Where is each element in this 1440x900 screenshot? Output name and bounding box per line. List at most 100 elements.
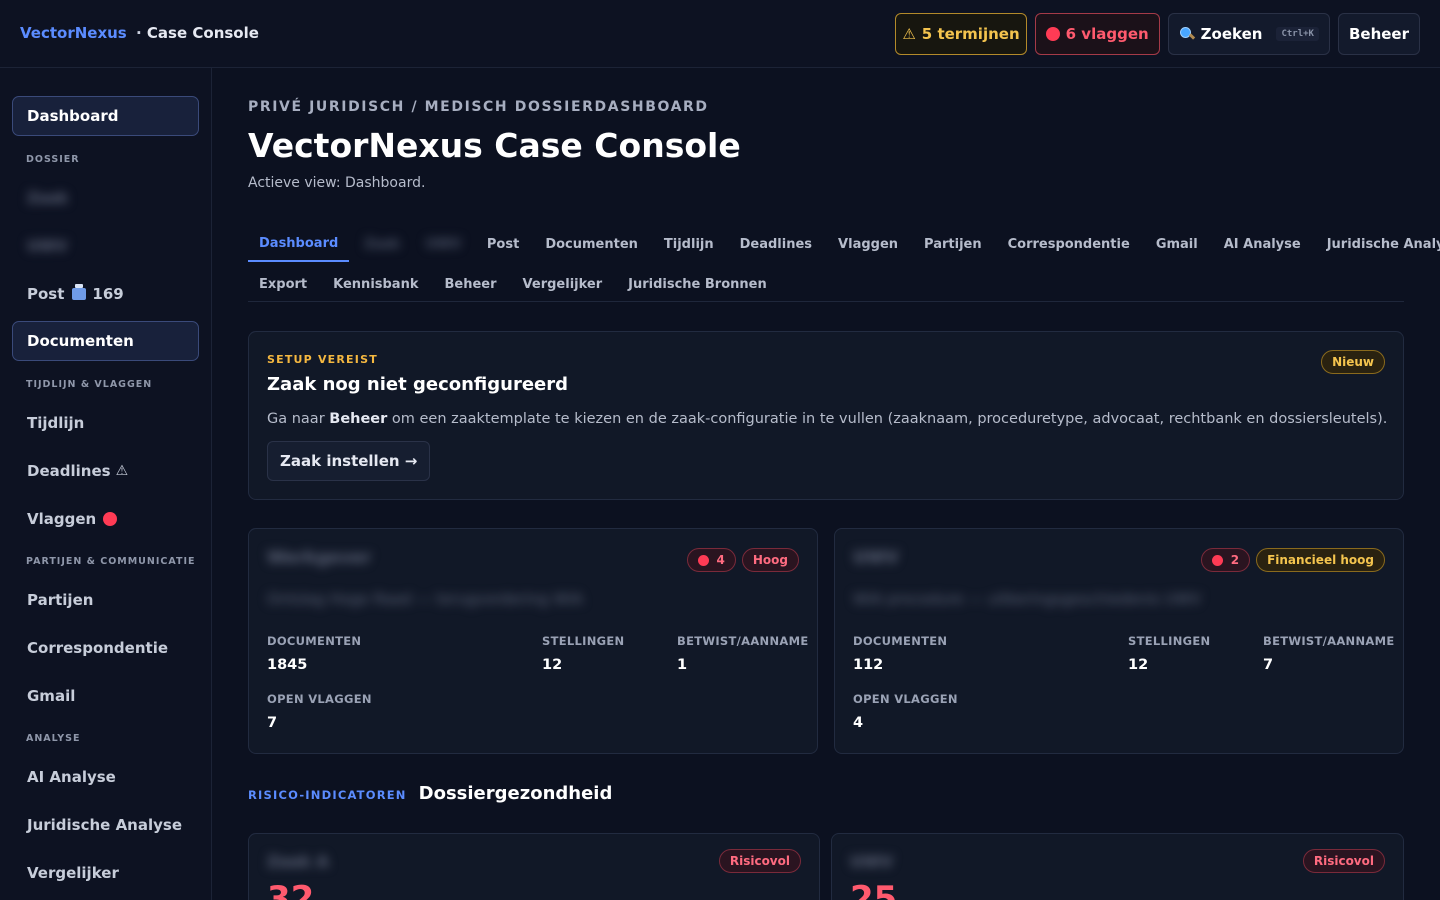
search-shortcut: Ctrl+K [1276,27,1319,41]
page-eyebrow: PRIVÉ JURIDISCH / MEDISCH DOSSIERDASHBOA… [248,99,709,115]
risk-score: 25 [850,879,898,900]
case-card[interactable]: UWV WIA procedure — uitkeringsgeschieden… [834,528,1404,754]
case-name: UWV [853,548,899,568]
sidebar-item-gmail[interactable]: Gmail [12,676,199,716]
sidebar-item-correspondence[interactable]: Correspondentie [12,628,199,668]
red-flag-icon [103,512,118,526]
sidebar-item-ai-analysis[interactable]: AI Analyse [12,757,199,797]
risk-score: 32 [267,879,315,900]
documents-value: 112 [853,657,884,673]
tab-row: Export Kennisbank Beheer Vergelijker Jur… [248,266,782,302]
documents-value: 1845 [267,657,308,673]
priority-badge: Hoog [741,548,799,572]
top-bar: VectorNexus · Case Console ⚠ 5 termijnen… [0,0,1440,68]
red-flag-icon [1211,554,1223,566]
sidebar-item-label: Vlaggen [27,510,97,528]
warning-icon: ⚠ [902,25,916,43]
sidebar-item-flags[interactable]: Vlaggen [12,499,199,539]
search-button[interactable]: Zoeken Ctrl+K [1167,13,1330,55]
risk-card-name: UWV [850,852,894,871]
search-label: Zoeken [1200,25,1263,43]
setup-admin-link[interactable]: Beheer [329,411,387,427]
sidebar-item-post[interactable]: Post 169 [12,274,199,314]
tab-legal-sources[interactable]: Juridische Bronnen [617,266,778,302]
flag-count-badge: 2 [1200,548,1251,572]
sidebar-section-dossier: DOSSIER [26,154,80,165]
tab-row: Dashboard Zaak UWV Post Documenten Tijdl… [248,226,1440,262]
disputed-label: BETWIST/AANNAME [677,634,809,648]
tab-post[interactable]: Post [476,226,530,262]
tab-gmail[interactable]: Gmail [1145,226,1209,262]
brand-separator: · [135,24,142,42]
tab-deadlines[interactable]: Deadlines [729,226,823,262]
disputed-value: 1 [677,657,688,673]
flags-button[interactable]: 6 vlaggen [1034,13,1160,55]
tab-export[interactable]: Export [248,266,318,302]
flag-count: 2 [1230,553,1240,567]
setup-card: SETUP VEREIST Nieuw Zaak nog niet geconf… [248,331,1404,500]
risk-eyebrow: RISICO-INDICATOREN [248,788,407,802]
tab-correspondence[interactable]: Correspondentie [997,226,1141,262]
red-flag-icon [1045,27,1060,41]
tab-comparer[interactable]: Vergelijker [512,266,614,302]
risk-card[interactable]: Zaak A Risicovol 32 [248,833,820,900]
open-flags-value: 4 [853,715,864,731]
sidebar-item-documents[interactable]: Documenten [12,321,199,361]
case-card[interactable]: Werkgever Ontslag Hoge Raad — terugvorde… [248,528,818,754]
deadlines-button[interactable]: ⚠ 5 termijnen [895,13,1027,55]
tab-legal-analysis[interactable]: Juridische Analyse [1316,226,1440,262]
risk-section-header: RISICO-INDICATOREN Dossiergezondheid [248,783,612,804]
sidebar-item-label: Zaak [27,189,69,207]
sidebar: Dashboard DOSSIER Zaak UWV Post 169 Docu… [0,68,212,900]
flags-label: 6 vlaggen [1065,25,1149,43]
new-badge: Nieuw [1321,350,1385,374]
claims-label: STELLINGEN [1128,634,1211,648]
priority-badge: Financieel hoog [1256,548,1385,572]
flag-count-badge: 4 [686,548,736,572]
tab-uwv[interactable]: UWV [415,226,472,262]
tab-flags[interactable]: Vlaggen [827,226,909,262]
risk-card[interactable]: UWV Risicovol 25 [831,833,1404,900]
configure-case-button[interactable]: Zaak instellen → [267,441,431,481]
setup-description: Ga naar Beheer om een zaaktemplate te ki… [267,411,1387,427]
sidebar-item-uwv[interactable]: UWV [12,226,199,266]
risk-title: Dossiergezondheid [418,783,613,804]
sidebar-item-label: UWV [27,237,68,255]
case-subtitle: Ontslag Hoge Raad — terugvordering WIA [267,590,583,608]
tab-ai-analysis[interactable]: AI Analyse [1213,226,1312,262]
claims-label: STELLINGEN [542,634,625,648]
sidebar-item-parties[interactable]: Partijen [12,580,199,620]
sidebar-item-legal-analysis[interactable]: Juridische Analyse [12,805,199,845]
setup-body-text: Ga naar [267,411,330,427]
sidebar-item-timeline[interactable]: Tijdlijn [12,403,199,443]
case-name: Werkgever [267,548,372,568]
sidebar-item-zaak[interactable]: Zaak [12,178,199,218]
admin-button[interactable]: Beheer [1337,13,1420,55]
risk-badge: Risicovol [718,849,801,873]
disputed-label: BETWIST/AANNAME [1263,634,1395,648]
tab-parties[interactable]: Partijen [913,226,993,262]
tab-timeline[interactable]: Tijdlijn [653,226,725,262]
tab-knowledge-base[interactable]: Kennisbank [322,266,429,302]
brand-subtitle: Case Console [146,24,259,42]
sidebar-item-label: Post [27,285,65,303]
open-flags-label: OPEN VLAGGEN [267,692,372,706]
risk-card-name: Zaak A [267,852,329,871]
sidebar-section-parties: PARTIJEN & COMMUNICATIE [26,556,196,567]
post-count: 169 [92,285,124,303]
sidebar-section-analysis: ANALYSE [26,733,81,744]
claims-value: 12 [542,657,563,673]
case-badges: 4 Hoog [686,548,799,572]
tab-dashboard[interactable]: Dashboard [248,226,350,262]
sidebar-item-dashboard[interactable]: Dashboard [12,96,199,136]
sidebar-item-deadlines[interactable]: Deadlines ⚠ [12,451,199,491]
sidebar-item-label: Deadlines [27,462,111,480]
sidebar-item-comparer[interactable]: Vergelijker [12,853,199,893]
mailbox-icon [72,284,87,300]
tab-admin[interactable]: Beheer [434,266,508,302]
tab-documents[interactable]: Documenten [534,226,649,262]
flag-count: 4 [716,553,725,567]
brand[interactable]: VectorNexus · Case Console [20,24,259,42]
tab-zaak[interactable]: Zaak [353,226,411,262]
open-flags-value: 7 [267,715,278,731]
